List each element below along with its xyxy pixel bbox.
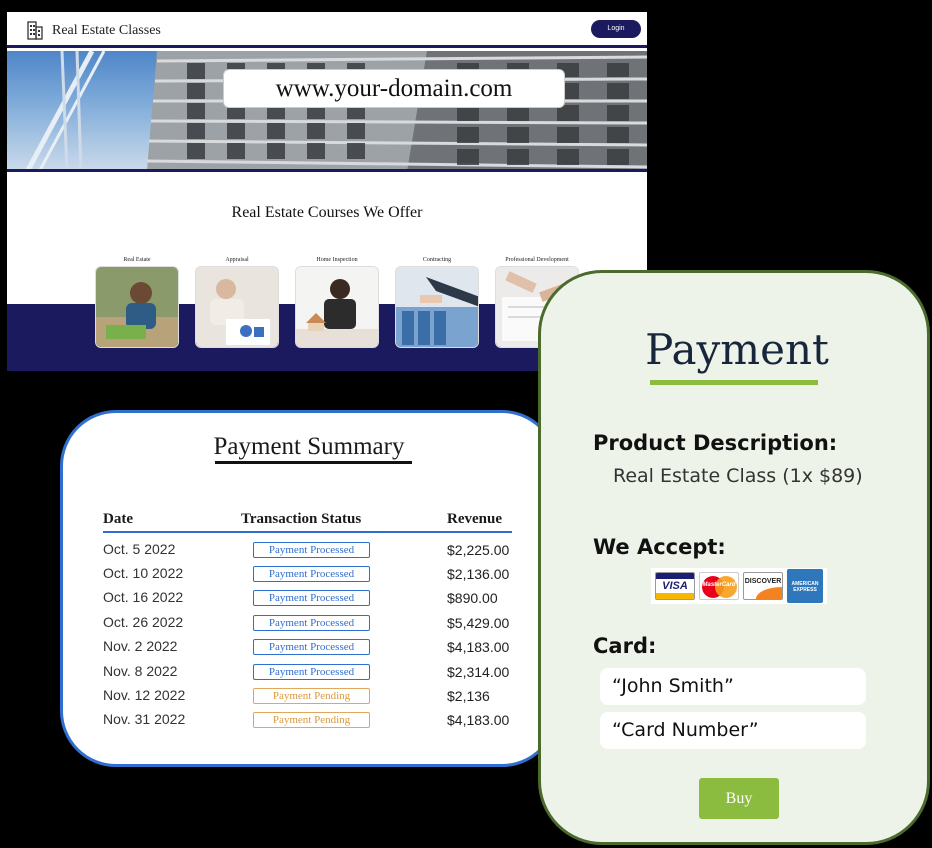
table-row: Oct. 5 2022 Payment Processed $2,225.00 xyxy=(63,541,555,565)
status-badge: Payment Processed xyxy=(253,566,370,582)
column-header-date: Date xyxy=(103,511,133,527)
row-date: Nov. 31 2022 xyxy=(103,711,186,727)
course-label: Contracting xyxy=(422,257,452,263)
course-label: Home Inspection xyxy=(316,257,358,263)
course-image xyxy=(195,266,279,348)
row-date: Oct. 26 2022 xyxy=(103,614,184,630)
table-row: Nov. 31 2022 Payment Pending $4,183.00 xyxy=(63,711,555,735)
courses-heading: Real Estate Courses We Offer xyxy=(231,204,423,221)
row-revenue: $2,225.00 xyxy=(447,542,510,558)
status-badge: Payment Processed xyxy=(253,639,370,655)
row-revenue: $2,136.00 xyxy=(447,566,510,582)
hero-image: www.your-domain.com xyxy=(7,51,647,172)
course-card-contracting[interactable]: Contracting xyxy=(395,242,479,348)
course-card-real-estate[interactable]: Real Estate xyxy=(95,242,179,348)
payment-title: Payment xyxy=(645,325,829,374)
table-row: Nov. 8 2022 Payment Processed $2,314.00 xyxy=(63,663,555,687)
discover-card-icon: DISCOVER xyxy=(743,572,783,600)
row-revenue: $4,183.00 xyxy=(447,712,510,728)
product-description-value: Real Estate Class (1x $89) xyxy=(613,465,863,487)
login-button[interactable]: Login xyxy=(591,20,641,38)
status-badge: Payment Processed xyxy=(253,542,370,558)
row-date: Oct. 16 2022 xyxy=(103,589,184,605)
url-bar[interactable]: www.your-domain.com xyxy=(223,69,565,108)
column-header-status: Transaction Status xyxy=(241,511,362,527)
row-date: Oct. 5 2022 xyxy=(103,541,176,557)
row-revenue: $890.00 xyxy=(447,590,498,606)
table-row: Oct. 16 2022 Payment Processed $890.00 xyxy=(63,589,555,613)
row-revenue: $5,429.00 xyxy=(447,615,510,631)
buy-button[interactable]: Buy xyxy=(699,778,779,819)
building-icon xyxy=(27,21,43,40)
course-card-home-inspection[interactable]: Home Inspection xyxy=(295,242,379,348)
cardholder-name-field[interactable]: “John Smith” xyxy=(600,668,866,705)
site-header: Real Estate Classes Login xyxy=(7,12,647,48)
row-revenue: $4,183.00 xyxy=(447,639,510,655)
site-brand[interactable]: Real Estate Classes xyxy=(52,23,161,39)
row-date: Nov. 8 2022 xyxy=(103,663,178,679)
row-date: Oct. 10 2022 xyxy=(103,565,184,581)
course-card-appraisal[interactable]: Appraisal xyxy=(195,242,279,348)
course-label: Professional Development xyxy=(505,257,569,263)
course-label: Real Estate xyxy=(123,257,151,263)
status-badge: Payment Processed xyxy=(253,664,370,680)
accepted-cards: VISA MasterCard DISCOVER AMERICAN EXPRES… xyxy=(651,568,827,604)
table-row: Oct. 10 2022 Payment Processed $2,136.00 xyxy=(63,565,555,589)
we-accept-label: We Accept: xyxy=(593,535,726,559)
status-badge: Payment Pending xyxy=(253,712,370,728)
course-label: Appraisal xyxy=(225,257,249,263)
status-badge: Payment Pending xyxy=(253,688,370,704)
row-revenue: $2,136 xyxy=(447,688,490,704)
table-row: Oct. 26 2022 Payment Processed $5,429.00 xyxy=(63,614,555,638)
column-header-revenue: Revenue xyxy=(447,511,502,527)
summary-title: Payment Summary xyxy=(213,433,405,460)
card-label: Card: xyxy=(593,634,657,658)
course-image xyxy=(395,266,479,348)
visa-card-icon: VISA xyxy=(655,572,695,600)
course-image xyxy=(95,266,179,348)
status-badge: Payment Processed xyxy=(253,590,370,606)
row-date: Nov. 2 2022 xyxy=(103,638,178,654)
course-image xyxy=(295,266,379,348)
payment-summary-card: Payment Summary Date Transaction Status … xyxy=(60,410,558,767)
title-underline xyxy=(215,461,412,464)
payment-card: Payment Product Description: Real Estate… xyxy=(538,270,930,845)
header-divider xyxy=(103,531,512,533)
product-description-label: Product Description: xyxy=(593,431,838,455)
table-row: Nov. 2 2022 Payment Processed $4,183.00 xyxy=(63,638,555,662)
title-accent-bar xyxy=(650,380,818,385)
row-revenue: $2,314.00 xyxy=(447,664,510,680)
card-number-field[interactable]: “Card Number” xyxy=(600,712,866,749)
table-row: Nov. 12 2022 Payment Pending $2,136 xyxy=(63,687,555,711)
mastercard-icon: MasterCard xyxy=(699,572,739,600)
amex-card-icon: AMERICAN EXPRESS xyxy=(787,569,823,603)
status-badge: Payment Processed xyxy=(253,615,370,631)
row-date: Nov. 12 2022 xyxy=(103,687,186,703)
